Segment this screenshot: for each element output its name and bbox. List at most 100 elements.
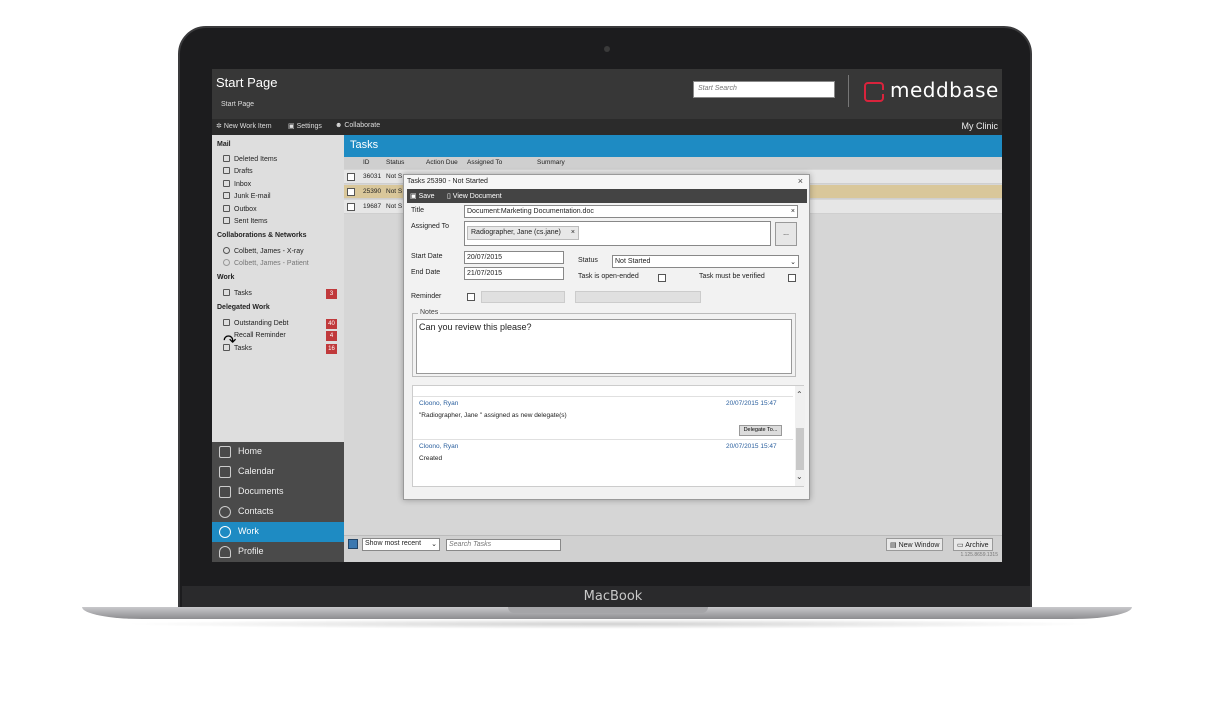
new-window-button[interactable]: ▤ New Window <box>886 538 944 551</box>
row-status: Not S <box>386 173 403 180</box>
view-document-label: View Document <box>452 193 502 200</box>
column-assigned-to[interactable]: Assigned To <box>467 159 502 166</box>
collaborate-button[interactable]: ☻ Collaborate <box>335 122 380 129</box>
new-work-item-button[interactable]: ✲ New Work Item <box>216 122 272 130</box>
title-value: Document:Marketing Documentation.doc <box>467 208 594 215</box>
verified-checkbox[interactable] <box>788 274 796 282</box>
history-author[interactable]: Cloono, Ryan <box>419 400 458 407</box>
nav-documents[interactable]: Documents <box>212 482 344 502</box>
dialog-title: Tasks 25390 - Not Started <box>407 178 488 185</box>
end-date-field[interactable]: 21/07/2015 <box>464 267 564 280</box>
save-icon: ▣ <box>410 193 419 200</box>
count-badge: 4 <box>326 331 337 341</box>
clinic-name[interactable]: My Clinic <box>961 121 998 131</box>
scrollbar-thumb[interactable] <box>796 428 804 470</box>
row-status: Not S <box>386 188 403 195</box>
row-id: 19687 <box>363 203 382 210</box>
sidebar-item-inbox[interactable]: Inbox <box>234 181 251 188</box>
column-action-due[interactable]: Action Due <box>426 159 458 166</box>
view-document-button[interactable]: ▯ View Document <box>447 192 502 200</box>
chevron-down-icon: ⌄ <box>431 541 437 548</box>
home-icon <box>219 446 231 458</box>
column-status[interactable]: Status <box>386 159 404 166</box>
start-date-label: Start Date <box>411 253 443 260</box>
window-icon: ▤ <box>890 542 899 549</box>
sidebar-item-junk[interactable]: Junk E-mail <box>234 193 271 200</box>
reminder-date-field[interactable] <box>481 291 565 303</box>
sidebar-item-sent[interactable]: Sent Items <box>234 218 267 225</box>
reminder-label: Reminder <box>411 293 442 300</box>
remove-icon[interactable]: × <box>571 229 575 236</box>
nav-contacts[interactable]: Contacts <box>212 502 344 522</box>
assignee-chip[interactable]: Radiographer, Jane (cs.jane) × <box>467 226 579 240</box>
chevron-down-icon[interactable]: ⌄ <box>796 472 803 481</box>
gear-icon: ✲ <box>216 123 224 130</box>
sidebar-item-collab-patient[interactable]: Colbett, James - Patient <box>234 260 309 267</box>
nav-profile[interactable]: Profile <box>212 542 344 562</box>
chevron-down-icon: ⌄ <box>790 259 796 266</box>
sidebar-item-recall-reminder[interactable]: Recall Reminder <box>234 332 286 339</box>
filter-select[interactable]: Show most recent ⌄ <box>362 538 440 551</box>
start-search-input[interactable]: Start Search <box>693 81 835 98</box>
tasks-title: Tasks <box>350 139 379 151</box>
trash-icon <box>223 155 230 162</box>
sidebar-item-collab-xray[interactable]: Colbett, James - X-ray <box>234 248 304 255</box>
sidebar-item-drafts[interactable]: Drafts <box>234 168 253 175</box>
camera <box>604 46 610 52</box>
delegated-header: Delegated Work <box>217 304 270 311</box>
nav-home[interactable]: Home <box>212 442 344 462</box>
chevron-up-icon[interactable]: ⌃ <box>796 390 803 399</box>
nav-contacts-label: Contacts <box>238 506 274 516</box>
status-value: Not Started <box>615 258 651 265</box>
start-date-field[interactable]: 20/07/2015 <box>464 251 564 264</box>
table-header: ID Status Action Due Assigned To Summary <box>344 157 1002 169</box>
nav-work[interactable]: Work <box>212 522 344 542</box>
delegate-to-button[interactable]: Delegate To... <box>739 425 782 436</box>
archive-button[interactable]: ▭ Archive <box>953 538 993 551</box>
task-icon <box>223 344 230 351</box>
nav-calendar[interactable]: Calendar <box>212 462 344 482</box>
assigned-to-field[interactable]: Radiographer, Jane (cs.jane) × <box>464 221 771 246</box>
version-text: 1.125.8659.1315 <box>960 552 998 558</box>
open-ended-checkbox[interactable] <box>658 274 666 282</box>
new-work-item-label: New Work Item <box>223 123 272 130</box>
notes-label: Notes <box>418 309 441 316</box>
column-summary[interactable]: Summary <box>537 159 565 166</box>
export-icon[interactable] <box>348 539 358 549</box>
task-checkbox-icon[interactable] <box>347 173 355 181</box>
dialog-titlebar[interactable]: Tasks 25390 - Not Started × <box>404 175 809 189</box>
status-select[interactable]: Not Started ⌄ <box>612 255 799 268</box>
header-divider <box>848 75 849 107</box>
sidebar-item-outbox[interactable]: Outbox <box>234 206 257 213</box>
save-label: Save <box>418 193 435 200</box>
calendar-icon <box>219 466 231 478</box>
breadcrumb[interactable]: Start Page <box>221 101 254 108</box>
collab-icon <box>223 247 230 254</box>
sidebar-item-work-tasks[interactable]: Tasks <box>234 290 252 297</box>
user-icon <box>219 546 231 558</box>
task-checkbox-icon[interactable] <box>347 203 355 211</box>
history-text: "Radiographer, Jane " assigned as new de… <box>419 412 567 419</box>
page-title: Start Page <box>216 75 278 90</box>
close-icon[interactable]: × <box>798 176 803 186</box>
notes-textarea[interactable]: Can you review this please? <box>416 319 792 374</box>
sidebar-item-delegated-tasks[interactable]: Tasks <box>234 345 252 352</box>
history-author[interactable]: Cloono, Ryan <box>419 443 458 450</box>
work-header: Work <box>217 274 235 281</box>
settings-button[interactable]: ▣ Settings <box>288 122 322 130</box>
clear-icon[interactable]: × <box>791 208 795 215</box>
reminder-time-field[interactable] <box>575 291 701 303</box>
task-checkbox-icon[interactable] <box>347 188 355 196</box>
logo-text: meddbase <box>890 78 999 102</box>
title-field[interactable]: Document:Marketing Documentation.doc × <box>464 205 798 218</box>
column-id[interactable]: ID <box>363 159 370 166</box>
count-badge: 3 <box>326 289 337 299</box>
assignee-picker-button[interactable]: ... <box>775 222 797 246</box>
save-button[interactable]: ▣ Save <box>410 192 435 200</box>
history-scrollbar[interactable]: ⌃ ⌄ <box>795 386 805 486</box>
sidebar-item-outstanding-debt[interactable]: Outstanding Debt <box>234 320 288 327</box>
title-label: Title <box>411 207 424 214</box>
search-tasks-input[interactable]: Search Tasks <box>446 539 561 551</box>
reminder-checkbox[interactable] <box>467 293 475 301</box>
sidebar-item-deleted[interactable]: Deleted Items <box>234 156 277 163</box>
